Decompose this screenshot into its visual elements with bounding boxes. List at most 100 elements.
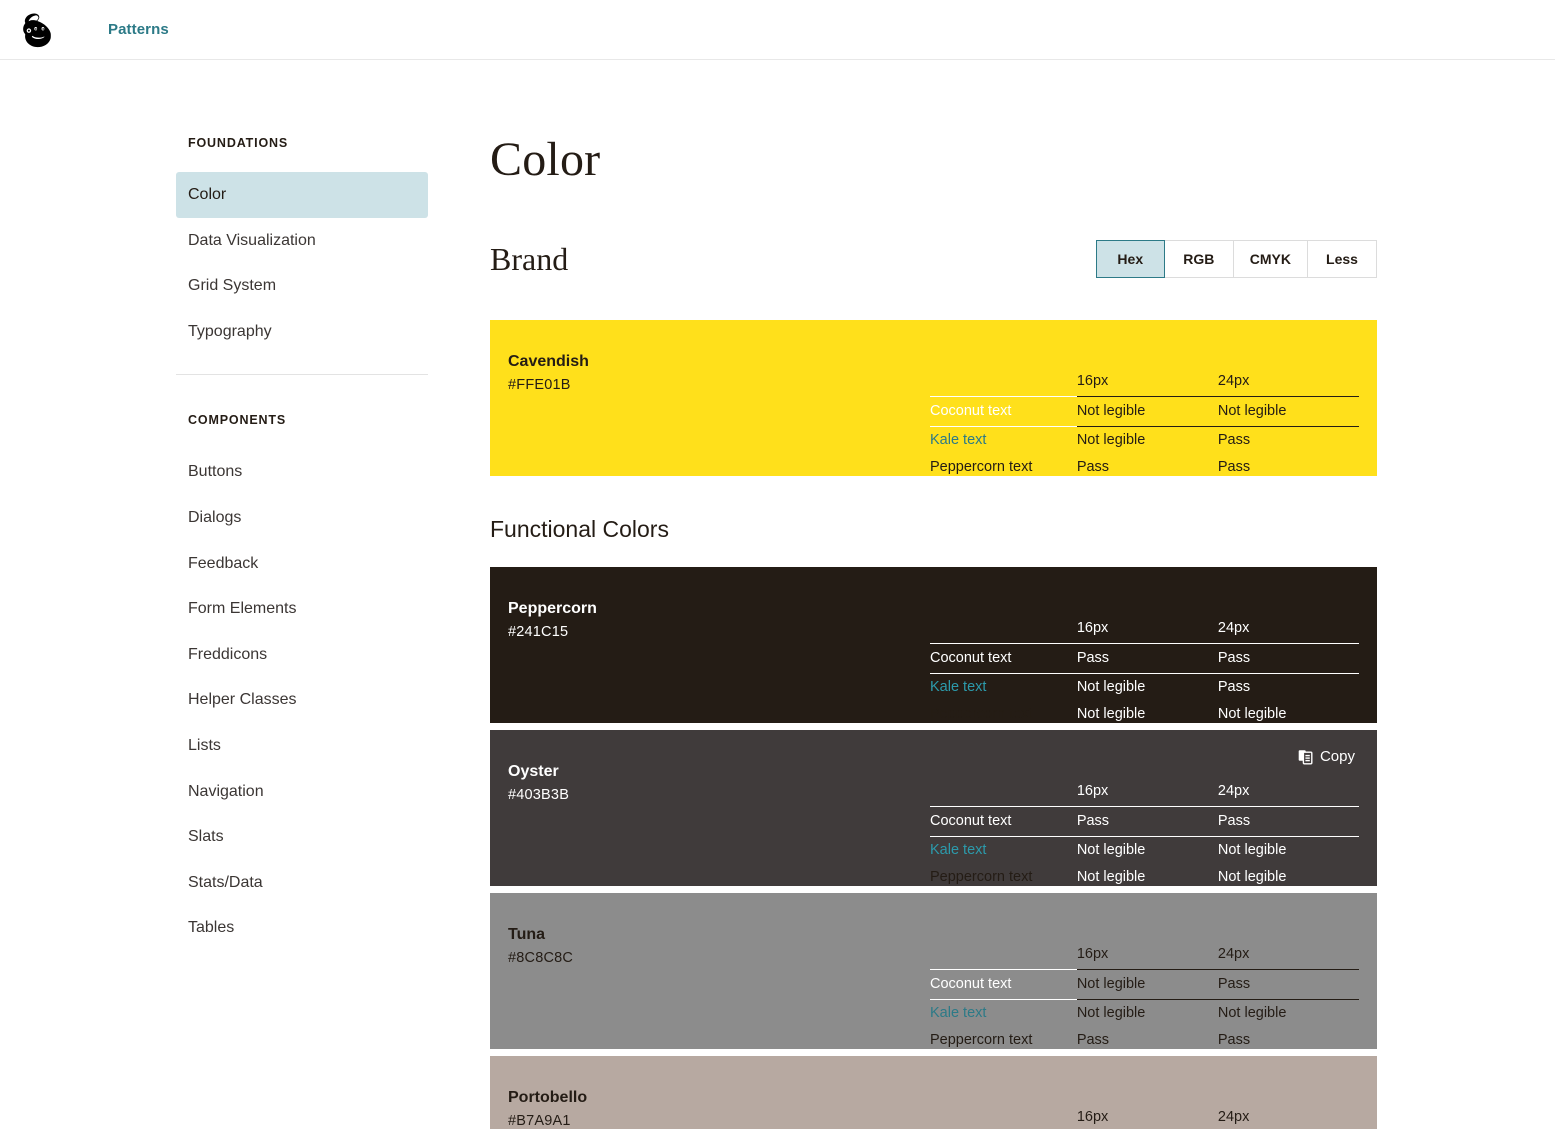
sidebar-group-components: COMPONENTS Buttons Dialogs Feedback Form… bbox=[176, 413, 428, 951]
clipboard-icon bbox=[1298, 748, 1313, 765]
legibility-row-label: Peppercorn text bbox=[930, 1027, 1077, 1049]
freddie-mailchimp-logo[interactable] bbox=[18, 9, 60, 51]
legibility-value-16px: Not legible bbox=[1077, 701, 1218, 723]
format-toggle-less[interactable]: Less bbox=[1308, 240, 1377, 278]
legibility-table: 16px24pxCoconut textNot legibleNot legib… bbox=[930, 1104, 1359, 1129]
sidebar-group-title-foundations: FOUNDATIONS bbox=[176, 136, 428, 150]
col-header-16px: 16px bbox=[1077, 1104, 1218, 1129]
legibility-value-16px: Pass bbox=[1077, 1027, 1218, 1049]
legibility-table: 16px24pxCoconut textPassPassKale textNot… bbox=[930, 615, 1359, 723]
sidebar-item-data-visualization[interactable]: Data Visualization bbox=[176, 218, 428, 264]
col-header-blank bbox=[930, 1104, 1077, 1129]
sidebar-group-title-components: COMPONENTS bbox=[176, 413, 428, 427]
sidebar-item-typography[interactable]: Typography bbox=[176, 309, 428, 355]
sidebar-item-tables[interactable]: Tables bbox=[176, 905, 428, 951]
legibility-value-24px: Pass bbox=[1218, 674, 1359, 702]
legibility-row-label: Peppercorn text bbox=[930, 701, 1077, 723]
legibility-row: Peppercorn textNot legibleNot legible bbox=[930, 864, 1359, 886]
sidebar-group-foundations: FOUNDATIONS Color Data Visualization Gri… bbox=[176, 136, 428, 354]
legibility-value-24px: Pass bbox=[1218, 1027, 1359, 1049]
nav-link-patterns[interactable]: Patterns bbox=[108, 21, 169, 38]
page-title: Color bbox=[490, 136, 1377, 184]
legibility-value-16px: Not legible bbox=[1077, 970, 1218, 1000]
legibility-value-16px: Not legible bbox=[1077, 674, 1218, 702]
sidebar-item-lists[interactable]: Lists bbox=[176, 723, 428, 769]
legibility-value-16px: Pass bbox=[1077, 454, 1218, 476]
legibility-value-16px: Not legible bbox=[1077, 427, 1218, 455]
legibility-value-24px: Pass bbox=[1218, 970, 1359, 1000]
legibility-row: Kale textNot legiblePass bbox=[930, 674, 1359, 702]
col-header-blank bbox=[930, 941, 1077, 970]
legibility-row-label: Coconut text bbox=[930, 644, 1077, 674]
sidebar-item-buttons[interactable]: Buttons bbox=[176, 449, 428, 495]
legibility-row-label: Kale text bbox=[930, 837, 1077, 865]
sidebar-item-color[interactable]: Color bbox=[176, 172, 428, 218]
col-header-24px: 24px bbox=[1218, 941, 1359, 970]
color-swatch-cavendish[interactable]: Cavendish#FFE01B16px24pxCoconut textNot … bbox=[490, 320, 1377, 476]
col-header-24px: 24px bbox=[1218, 778, 1359, 807]
legibility-value-24px: Not legible bbox=[1218, 864, 1359, 886]
legibility-row: Peppercorn textNot legibleNot legible bbox=[930, 701, 1359, 723]
legibility-row: Coconut textPassPass bbox=[930, 644, 1359, 674]
col-header-24px: 24px bbox=[1218, 368, 1359, 397]
sidebar-item-grid-system[interactable]: Grid System bbox=[176, 263, 428, 309]
color-swatch-oyster[interactable]: Oyster#403B3BCopy16px24pxCoconut textPas… bbox=[490, 730, 1377, 886]
legibility-row-label: Kale text bbox=[930, 1000, 1077, 1028]
top-navigation-bar: Patterns bbox=[0, 0, 1555, 60]
sidebar-item-navigation[interactable]: Navigation bbox=[176, 769, 428, 815]
copy-button[interactable]: Copy bbox=[1294, 746, 1359, 767]
legibility-value-24px: Pass bbox=[1218, 454, 1359, 476]
legibility-row: Coconut textNot legiblePass bbox=[930, 970, 1359, 1000]
legibility-value-16px: Pass bbox=[1077, 807, 1218, 837]
sidebar-item-stats-data[interactable]: Stats/Data bbox=[176, 860, 428, 906]
format-toggle-hex[interactable]: Hex bbox=[1096, 240, 1165, 278]
col-header-blank bbox=[930, 368, 1077, 397]
legibility-row: Peppercorn textPassPass bbox=[930, 1027, 1359, 1049]
legibility-value-24px: Pass bbox=[1218, 807, 1359, 837]
color-swatch-tuna[interactable]: Tuna#8C8C8C16px24pxCoconut textNot legib… bbox=[490, 893, 1377, 1049]
legibility-row: Kale textNot legibleNot legible bbox=[930, 1000, 1359, 1028]
sidebar-divider bbox=[176, 374, 428, 375]
sidebar-item-feedback[interactable]: Feedback bbox=[176, 541, 428, 587]
brand-section-header: Brand HexRGBCMYKLess bbox=[490, 240, 1377, 278]
legibility-row: Coconut textNot legibleNot legible bbox=[930, 397, 1359, 427]
legibility-value-24px: Not legible bbox=[1218, 1000, 1359, 1028]
col-header-16px: 16px bbox=[1077, 368, 1218, 397]
brand-swatch-list: Cavendish#FFE01B16px24pxCoconut textNot … bbox=[490, 320, 1377, 476]
legibility-row: Kale textNot legibleNot legible bbox=[930, 837, 1359, 865]
copy-button-label: Copy bbox=[1320, 748, 1355, 765]
color-swatch-peppercorn[interactable]: Peppercorn#241C1516px24pxCoconut textPas… bbox=[490, 567, 1377, 723]
col-header-16px: 16px bbox=[1077, 778, 1218, 807]
format-toggle-cmyk[interactable]: CMYK bbox=[1234, 240, 1308, 278]
legibility-table: 16px24pxCoconut textNot legibleNot legib… bbox=[930, 368, 1359, 476]
sidebar-item-helper-classes[interactable]: Helper Classes bbox=[176, 677, 428, 723]
legibility-row-label: Coconut text bbox=[930, 970, 1077, 1000]
legibility-value-24px: Not legible bbox=[1218, 701, 1359, 723]
col-header-24px: 24px bbox=[1218, 615, 1359, 644]
sidebar-item-slats[interactable]: Slats bbox=[176, 814, 428, 860]
legibility-row: Coconut textPassPass bbox=[930, 807, 1359, 837]
section-title-functional-colors: Functional Colors bbox=[490, 518, 1377, 541]
legibility-table: 16px24pxCoconut textPassPassKale textNot… bbox=[930, 778, 1359, 886]
legibility-row-label: Coconut text bbox=[930, 397, 1077, 427]
legibility-row-label: Coconut text bbox=[930, 807, 1077, 837]
main-content: Color Brand HexRGBCMYKLess Cavendish#FFE… bbox=[490, 136, 1555, 1129]
col-header-24px: 24px bbox=[1218, 1104, 1359, 1129]
sidebar-item-dialogs[interactable]: Dialogs bbox=[176, 495, 428, 541]
color-format-toggle-group[interactable]: HexRGBCMYKLess bbox=[1096, 240, 1377, 278]
legibility-value-16px: Not legible bbox=[1077, 1000, 1218, 1028]
legibility-row-label: Kale text bbox=[930, 427, 1077, 455]
functional-swatch-list: Peppercorn#241C1516px24pxCoconut textPas… bbox=[490, 567, 1377, 1129]
legibility-row: Peppercorn textPassPass bbox=[930, 454, 1359, 476]
sidebar-item-form-elements[interactable]: Form Elements bbox=[176, 586, 428, 632]
legibility-value-16px: Pass bbox=[1077, 644, 1218, 674]
col-header-16px: 16px bbox=[1077, 615, 1218, 644]
legibility-row-label: Kale text bbox=[930, 674, 1077, 702]
sidebar-item-freddicons[interactable]: Freddicons bbox=[176, 632, 428, 678]
legibility-row-label: Peppercorn text bbox=[930, 864, 1077, 886]
format-toggle-rgb[interactable]: RGB bbox=[1165, 240, 1234, 278]
legibility-value-16px: Not legible bbox=[1077, 837, 1218, 865]
col-header-16px: 16px bbox=[1077, 941, 1218, 970]
color-swatch-portobello[interactable]: Portobello#B7A9A116px24pxCoconut textNot… bbox=[490, 1056, 1377, 1129]
legibility-value-24px: Not legible bbox=[1218, 397, 1359, 427]
